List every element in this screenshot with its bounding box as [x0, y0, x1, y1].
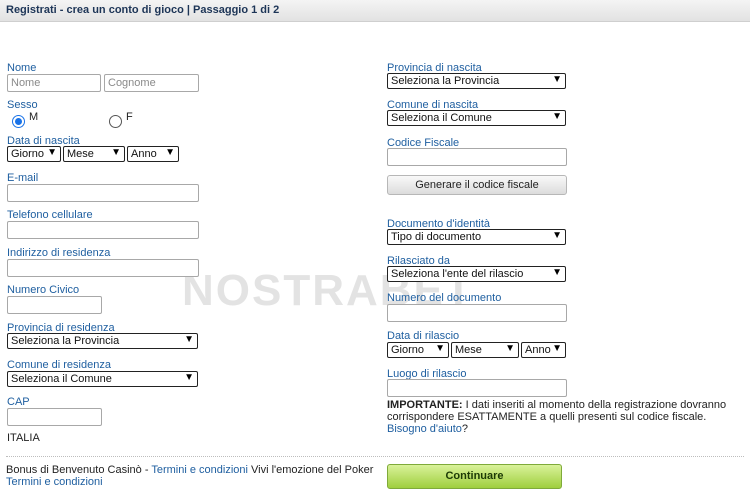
cap-label: CAP	[7, 396, 30, 408]
chevron-down-icon: ▼	[47, 147, 57, 158]
chevron-down-icon: ▼	[552, 230, 562, 241]
chevron-down-icon: ▼	[165, 147, 175, 158]
footer-divider	[6, 456, 744, 457]
bonus-text: Bonus di Benvenuto Casinò -	[6, 464, 152, 476]
numero-documento-input[interactable]	[387, 304, 567, 322]
rilascio-anno-select[interactable]: Anno ▼	[521, 342, 566, 358]
genera-codice-fiscale-button[interactable]: Generare il codice fiscale	[387, 175, 567, 195]
poker-text: Vivi l'emozione del Poker	[247, 464, 374, 476]
comune-residenza-select[interactable]: Seleziona il Comune ▼	[7, 371, 198, 387]
provincia-nascita-value: Seleziona la Provincia	[391, 75, 500, 87]
comune-nascita-value: Seleziona il Comune	[391, 112, 492, 124]
sesso-label: Sesso	[7, 99, 38, 111]
numero-documento-label: Numero del documento	[387, 292, 502, 304]
indirizzo-label: Indirizzo di residenza	[7, 247, 111, 259]
terms-link-poker[interactable]: Termini e condizioni	[6, 476, 103, 488]
footer-bonus-text: Bonus di Benvenuto Casinò - Termini e co…	[6, 464, 373, 488]
importante-note: IMPORTANTE: I dati inseriti al momento d…	[387, 399, 742, 435]
comune-nascita-select[interactable]: Seleziona il Comune ▼	[387, 110, 566, 126]
telefono-input[interactable]	[7, 221, 199, 239]
provincia-residenza-select[interactable]: Seleziona la Provincia ▼	[7, 333, 198, 349]
terms-link-casino[interactable]: Termini e condizioni	[151, 464, 248, 476]
page-title: Registrati - crea un conto di gioco | Pa…	[6, 4, 280, 16]
chevron-down-icon: ▼	[552, 111, 562, 122]
indirizzo-input[interactable]	[7, 259, 199, 277]
email-input[interactable]	[7, 184, 199, 202]
nome-input[interactable]	[7, 74, 101, 92]
codice-fiscale-input[interactable]	[387, 148, 567, 166]
sesso-m-radio[interactable]	[12, 115, 25, 128]
help-link[interactable]: Bisogno d'aiuto	[387, 423, 462, 435]
nascita-mese-select[interactable]: Mese ▼	[63, 146, 125, 162]
sesso-f-radio[interactable]	[109, 115, 122, 128]
sesso-m-label: M	[29, 111, 39, 123]
chevron-down-icon: ▼	[111, 147, 121, 158]
cap-input[interactable]	[7, 408, 102, 426]
cognome-input[interactable]	[104, 74, 199, 92]
chevron-down-icon: ▼	[552, 74, 562, 85]
rilasciato-value: Seleziona l'ente del rilascio	[391, 268, 524, 280]
comune-residenza-label: Comune di residenza	[7, 359, 111, 371]
note-bold: IMPORTANTE:	[387, 399, 463, 411]
luogo-rilascio-input[interactable]	[387, 379, 567, 397]
rilascio-mese-value: Mese	[455, 344, 482, 356]
email-label: E-mail	[7, 172, 39, 184]
continue-button[interactable]: Continuare	[387, 464, 562, 489]
documento-value: Tipo di documento	[391, 231, 482, 243]
provincia-residenza-value: Seleziona la Provincia	[11, 335, 120, 347]
note-end: ?	[461, 423, 469, 435]
page-header: Registrati - crea un conto di gioco | Pa…	[0, 0, 750, 22]
nascita-anno-value: Anno	[131, 148, 157, 160]
nascita-anno-select[interactable]: Anno ▼	[127, 146, 179, 162]
civico-label: Numero Civico	[7, 284, 80, 296]
chevron-down-icon: ▼	[184, 334, 194, 345]
data-rilascio-label: Data di rilascio	[387, 330, 460, 342]
chevron-down-icon: ▼	[552, 343, 562, 354]
chevron-down-icon: ▼	[505, 343, 515, 354]
nome-label: Nome	[7, 62, 37, 74]
comune-residenza-value: Seleziona il Comune	[11, 373, 112, 385]
sesso-f-label: F	[126, 111, 133, 123]
rilascio-mese-select[interactable]: Mese ▼	[451, 342, 519, 358]
nascita-giorno-select[interactable]: Giorno ▼	[7, 146, 61, 162]
chevron-down-icon: ▼	[184, 372, 194, 383]
nascita-mese-value: Mese	[67, 148, 94, 160]
documento-select[interactable]: Tipo di documento ▼	[387, 229, 566, 245]
chevron-down-icon: ▼	[435, 343, 445, 354]
provincia-nascita-select[interactable]: Seleziona la Provincia ▼	[387, 73, 566, 89]
rilasciato-select[interactable]: Seleziona l'ente del rilascio ▼	[387, 266, 566, 282]
rilascio-giorno-select[interactable]: Giorno ▼	[387, 342, 449, 358]
telefono-label: Telefono cellulare	[7, 209, 93, 221]
nascita-giorno-value: Giorno	[11, 148, 45, 160]
country-label: ITALIA	[7, 432, 40, 444]
chevron-down-icon: ▼	[552, 267, 562, 278]
civico-input[interactable]	[7, 296, 102, 314]
rilascio-giorno-value: Giorno	[391, 344, 425, 356]
rilascio-anno-value: Anno	[525, 344, 551, 356]
